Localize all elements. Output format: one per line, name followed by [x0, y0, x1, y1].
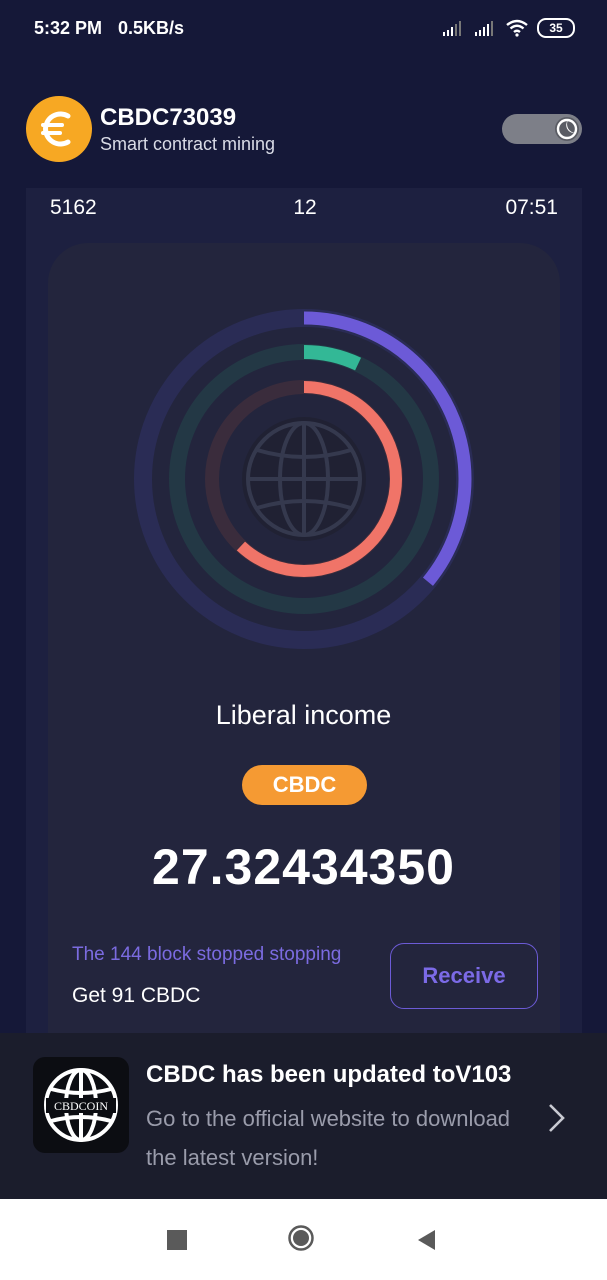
status-bar: 5:32 PM 0.5KB/s 35 — [0, 0, 607, 60]
account-title: CBDC73039 — [100, 104, 237, 131]
system-nav-bar — [0, 1199, 607, 1280]
battery-icon: 35 — [537, 18, 575, 38]
stats-row: 5162 12 07:51 — [26, 188, 582, 228]
status-icons: 35 — [441, 18, 575, 38]
stat-middle: 12 — [293, 196, 317, 219]
income-amount: 27.32434350 — [152, 839, 455, 895]
status-time: 5:32 PM — [34, 18, 103, 38]
signal-icon — [443, 21, 461, 36]
euro-coin-icon — [26, 96, 92, 162]
block-status-note: The 144 block stopped stopping — [72, 944, 342, 965]
account-subtitle: Smart contract mining — [100, 134, 276, 154]
app-header: CBDC73039 Smart contract mining — [0, 96, 607, 166]
home-icon[interactable] — [288, 1225, 314, 1251]
stat-right: 07:51 — [505, 196, 558, 219]
recents-icon[interactable] — [167, 1230, 187, 1250]
chevron-right-icon[interactable] — [548, 1103, 566, 1133]
globe-icon — [242, 417, 366, 541]
back-icon[interactable] — [416, 1228, 436, 1252]
theme-toggle[interactable] — [502, 114, 582, 144]
receive-button[interactable]: Receive — [390, 943, 538, 1009]
update-title: CBDC has been updated toV103 — [146, 1061, 512, 1088]
logo-text: CBDCOIN — [54, 1099, 108, 1113]
signal-icon — [475, 21, 493, 36]
income-title: Liberal income — [215, 700, 392, 730]
status-net-speed: 0.5KB/s — [118, 18, 185, 38]
update-description: Go to the official website to download t… — [146, 1106, 511, 1170]
update-banner[interactable]: CBDCOIN CBDC has been updated toV103 Go … — [0, 1033, 607, 1199]
reward-amount-text: Get 91 CBDC — [72, 984, 201, 1007]
currency-badge: CBDC — [242, 765, 367, 805]
progress-rings — [134, 309, 474, 649]
moon-icon — [555, 117, 579, 141]
cbdcoin-logo: CBDCOIN — [33, 1057, 129, 1153]
stat-left: 5162 — [50, 196, 97, 219]
wifi-icon — [506, 19, 528, 37]
